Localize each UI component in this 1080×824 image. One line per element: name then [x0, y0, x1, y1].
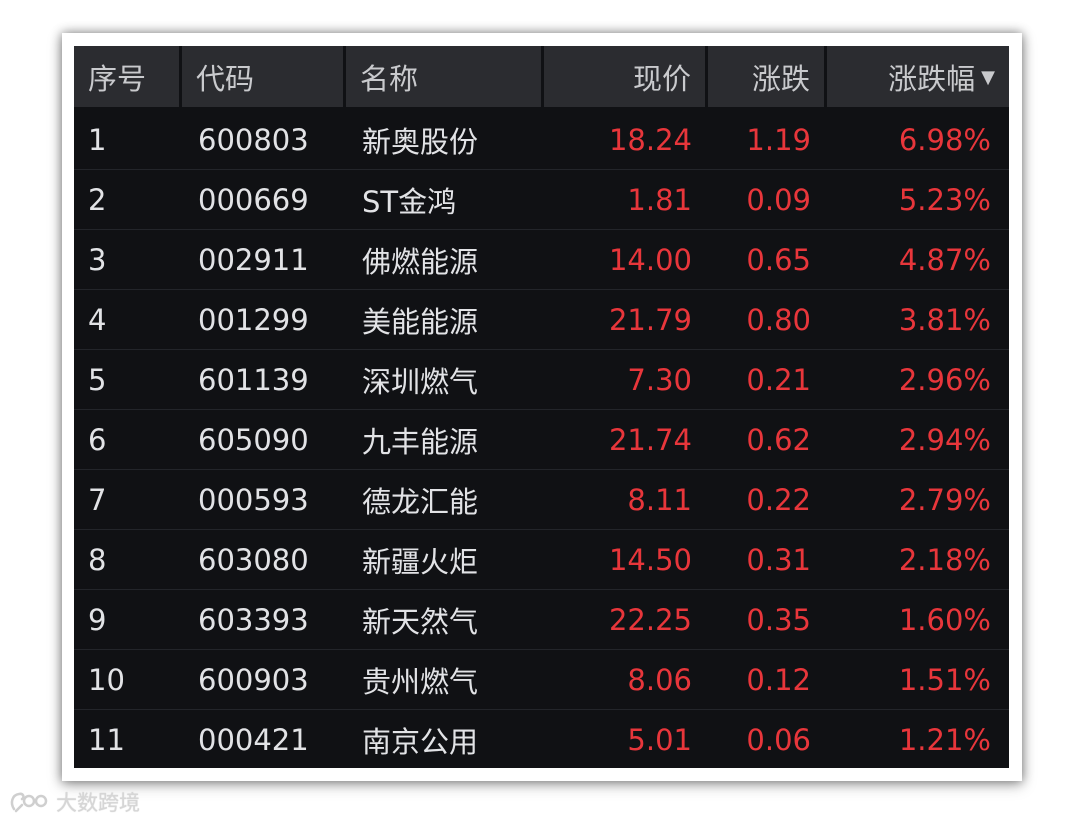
cell-change-percent: 2.96% — [827, 350, 1009, 410]
cell-price: 18.24 — [544, 110, 708, 170]
sort-descending-icon[interactable]: ▼ — [981, 67, 995, 88]
cell-index: 5 — [74, 350, 182, 410]
table-row[interactable]: 4 001299 美能能源 21.79 0.80 3.81% — [74, 290, 1009, 350]
column-header-change[interactable]: 涨跌 — [708, 46, 827, 110]
cell-index: 3 — [74, 230, 182, 290]
cell-price: 21.79 — [544, 290, 708, 350]
cell-change-percent: 6.98% — [827, 110, 1009, 170]
column-header-code[interactable]: 代码 — [182, 46, 346, 110]
cell-change-percent: 1.51% — [827, 650, 1009, 710]
cell-index: 10 — [74, 650, 182, 710]
cell-stock-name: 德龙汇能 — [346, 470, 544, 530]
cell-change: 0.22 — [708, 470, 827, 530]
cell-stock-name: ST金鸿 — [346, 170, 544, 230]
cell-change-percent: 3.81% — [827, 290, 1009, 350]
cell-index: 2 — [74, 170, 182, 230]
cell-change: 0.31 — [708, 530, 827, 590]
cell-price: 8.06 — [544, 650, 708, 710]
cell-stock-name: 深圳燃气 — [346, 350, 544, 410]
cell-stock-code: 002911 — [182, 230, 346, 290]
cell-stock-code: 600803 — [182, 110, 346, 170]
cell-stock-code: 605090 — [182, 410, 346, 470]
cell-stock-name: 贵州燃气 — [346, 650, 544, 710]
table-header: 序号 代码 名称 现价 涨跌 涨跌幅 ▼ — [74, 46, 1009, 110]
cell-stock-name: 南京公用 — [346, 710, 544, 768]
cell-stock-name: 佛燃能源 — [346, 230, 544, 290]
column-header-name[interactable]: 名称 — [346, 46, 544, 110]
column-header-price[interactable]: 现价 — [544, 46, 708, 110]
cell-price: 14.00 — [544, 230, 708, 290]
cell-stock-code: 601139 — [182, 350, 346, 410]
cell-change: 1.19 — [708, 110, 827, 170]
cell-change: 0.06 — [708, 710, 827, 768]
table-row[interactable]: 6 605090 九丰能源 21.74 0.62 2.94% — [74, 410, 1009, 470]
cell-change-percent: 1.60% — [827, 590, 1009, 650]
cell-price: 1.81 — [544, 170, 708, 230]
cell-stock-code: 001299 — [182, 290, 346, 350]
cell-price: 21.74 — [544, 410, 708, 470]
column-header-change-label: 涨跌 — [751, 61, 810, 96]
stock-quote-panel: 序号 代码 名称 现价 涨跌 涨跌幅 ▼ 1 600803 新奥股份 18.24 1.19… — [74, 46, 1009, 768]
cell-change-percent: 4.87% — [827, 230, 1009, 290]
cell-stock-name: 九丰能源 — [346, 410, 544, 470]
cell-price: 7.30 — [544, 350, 708, 410]
table-body: 1 600803 新奥股份 18.24 1.19 6.98% 2 000669 ST金鸿 1.81… — [74, 110, 1009, 768]
cell-change: 0.35 — [708, 590, 827, 650]
table-row[interactable]: 2 000669 ST金鸿 1.81 0.09 5.23% — [74, 170, 1009, 230]
cell-stock-code: 600903 — [182, 650, 346, 710]
cell-index: 8 — [74, 530, 182, 590]
brand-logo-icon — [10, 792, 48, 813]
cell-stock-name: 新天然气 — [346, 590, 544, 650]
table-row[interactable]: 1 600803 新奥股份 18.24 1.19 6.98% — [74, 110, 1009, 170]
cell-change: 0.65 — [708, 230, 827, 290]
cell-stock-code: 000421 — [182, 710, 346, 768]
table-row[interactable]: 11 000421 南京公用 5.01 0.06 1.21% — [74, 710, 1009, 768]
cell-change-percent: 2.18% — [827, 530, 1009, 590]
column-header-index[interactable]: 序号 — [74, 46, 182, 110]
cell-change: 0.80 — [708, 290, 827, 350]
cell-price: 22.25 — [544, 590, 708, 650]
cell-index: 1 — [74, 110, 182, 170]
cell-index: 6 — [74, 410, 182, 470]
cell-index: 11 — [74, 710, 182, 768]
column-header-price-label: 现价 — [632, 61, 691, 96]
cell-change-percent: 2.79% — [827, 470, 1009, 530]
watermark: 大数跨境 — [8, 788, 140, 816]
table-row[interactable]: 7 000593 德龙汇能 8.11 0.22 2.79% — [74, 470, 1009, 530]
column-header-name-label: 名称 — [360, 61, 419, 96]
cell-stock-code: 000669 — [182, 170, 346, 230]
cell-price: 14.50 — [544, 530, 708, 590]
cell-stock-code: 603080 — [182, 530, 346, 590]
stock-ranking-table: 序号 代码 名称 现价 涨跌 涨跌幅 ▼ 1 600803 新奥股份 18.24 1.19… — [74, 46, 1009, 768]
cell-change: 0.21 — [708, 350, 827, 410]
cell-stock-name: 美能能源 — [346, 290, 544, 350]
cell-stock-name: 新奥股份 — [346, 110, 544, 170]
cell-change-percent: 1.21% — [827, 710, 1009, 768]
cell-change: 0.62 — [708, 410, 827, 470]
cell-stock-code: 603393 — [182, 590, 346, 650]
cell-stock-name: 新疆火炬 — [346, 530, 544, 590]
watermark-text: 大数跨境 — [56, 791, 140, 815]
table-row[interactable]: 5 601139 深圳燃气 7.30 0.21 2.96% — [74, 350, 1009, 410]
cell-change: 0.09 — [708, 170, 827, 230]
cell-price: 5.01 — [544, 710, 708, 768]
cell-index: 7 — [74, 470, 182, 530]
table-row[interactable]: 8 603080 新疆火炬 14.50 0.31 2.18% — [74, 530, 1009, 590]
cell-change: 0.12 — [708, 650, 827, 710]
table-row[interactable]: 9 603393 新天然气 22.25 0.35 1.60% — [74, 590, 1009, 650]
cell-index: 4 — [74, 290, 182, 350]
table-row[interactable]: 3 002911 佛燃能源 14.00 0.65 4.87% — [74, 230, 1009, 290]
column-header-code-label: 代码 — [196, 61, 255, 96]
cell-change-percent: 2.94% — [827, 410, 1009, 470]
cell-stock-code: 000593 — [182, 470, 346, 530]
table-row[interactable]: 10 600903 贵州燃气 8.06 0.12 1.51% — [74, 650, 1009, 710]
cell-index: 9 — [74, 590, 182, 650]
cell-price: 8.11 — [544, 470, 708, 530]
column-header-index-label: 序号 — [88, 61, 147, 96]
cell-change-percent: 5.23% — [827, 170, 1009, 230]
column-header-change-percent[interactable]: 涨跌幅 ▼ — [827, 46, 1009, 110]
column-header-change-percent-label: 涨跌幅 — [888, 61, 976, 96]
